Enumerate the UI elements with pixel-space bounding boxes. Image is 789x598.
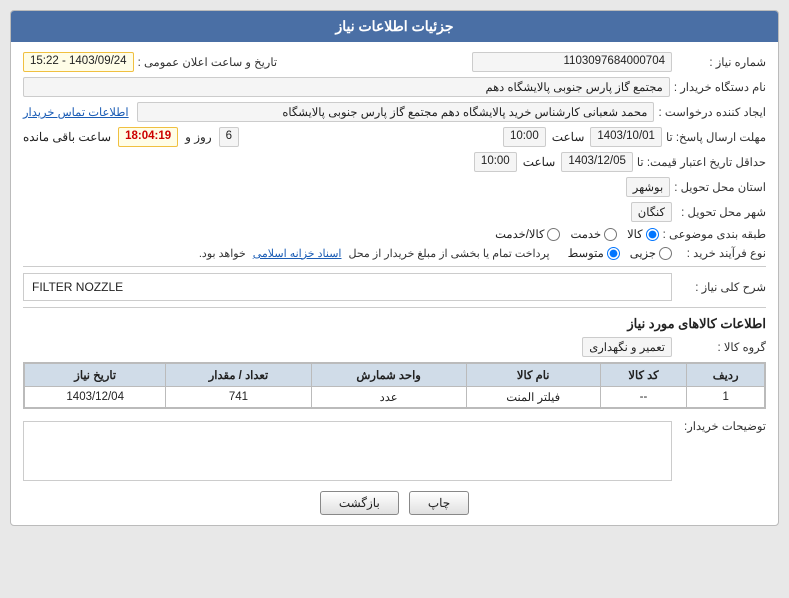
tabaqe-kala-option[interactable]: کالا	[627, 227, 659, 241]
back-button[interactable]: بازگشت	[320, 491, 399, 515]
tabaqe-kala-radio[interactable]	[646, 228, 659, 241]
main-panel: جزئیات اطلاعات نیاز شماره نیاز : 1103097…	[10, 10, 779, 526]
page-wrapper: جزئیات اطلاعات نیاز شماره نیاز : 1103097…	[0, 0, 789, 598]
hadaghal-label: حداقل تاریخ اعتبار قیمت: تا	[637, 155, 766, 169]
col-code: کد کالا	[600, 364, 687, 387]
row-tozih: توضیحات خریدار:	[23, 417, 766, 481]
nooe-motavasset-option[interactable]: متوسط	[568, 246, 620, 260]
ijad-label: ایجاد کننده درخواست :	[658, 105, 766, 119]
hadaghal-time: 10:00	[474, 152, 517, 172]
kala-table-wrapper: ردیف کد کالا نام کالا واحد شمارش تعداد /…	[23, 362, 766, 409]
row-ijad: ایجاد کننده درخواست : محمد شعبانی کارشنا…	[23, 102, 766, 122]
cell-code: --	[600, 387, 687, 408]
page-title: جزئیات اطلاعات نیاز	[335, 18, 453, 34]
row-group: گروه کالا : تعمیر و نگهداری	[23, 337, 766, 357]
nooe-jozyi-label: جزیی	[630, 246, 656, 260]
ostan-value: بوشهر	[626, 177, 670, 197]
group-value: تعمیر و نگهداری	[582, 337, 672, 357]
tarikh-value: 1403/09/24 - 15:22	[23, 52, 134, 72]
row-nam-dastgah: نام دستگاه خریدار : مجتمع گاز پارس جنوبی…	[23, 77, 766, 97]
col-name: نام کالا	[466, 364, 600, 387]
cell-name: فیلتر المنت	[466, 387, 600, 408]
shahr-label: شهر محل تحویل :	[676, 205, 766, 219]
kala-table: ردیف کد کالا نام کالا واحد شمارش تعداد /…	[24, 363, 765, 408]
row-mohlet: مهلت ارسال پاسخ: تا 1403/10/01 ساعت 10:0…	[23, 127, 766, 147]
shomare-label: شماره نیاز :	[676, 55, 766, 69]
tarikh-label: تاریخ و ساعت اعلان عمومی :	[138, 55, 277, 69]
mohlet-time: 10:00	[503, 127, 546, 147]
tabaqe-khedmat-radio[interactable]	[604, 228, 617, 241]
nooe-farayand-radio-group: جزیی متوسط	[568, 246, 672, 260]
nooe-motavasset-label: متوسط	[568, 246, 604, 260]
cell-radif: 1	[687, 387, 765, 408]
nooe-link[interactable]: اسناد خزانه اسلامی	[253, 247, 342, 260]
mohlet-days: 6	[219, 127, 239, 147]
table-row: 1--فیلتر المنتعدد7411403/12/04	[25, 387, 765, 408]
nooe-farayand-label: نوع فرآیند خرید :	[676, 246, 766, 260]
col-unit: واحد شمارش	[311, 364, 466, 387]
divider-2	[23, 307, 766, 308]
ijad-value: محمد شعبانی کارشناس خرید پالایشگاه دهم م…	[137, 102, 655, 122]
row-shahr: شهر محل تحویل : کنگان	[23, 202, 766, 222]
ostan-label: استان محل تحویل :	[674, 180, 766, 194]
panel-header: جزئیات اطلاعات نیاز	[11, 11, 778, 42]
tabaqe-kala-khedmat-option[interactable]: کالا/خدمت	[495, 227, 560, 241]
hadaghal-date: 1403/12/05	[561, 152, 633, 172]
nooe-end: خواهد بود.	[199, 247, 246, 260]
tabaqe-kala-label: کالا	[627, 227, 643, 241]
shahr-value: کنگان	[631, 202, 672, 222]
print-button[interactable]: چاپ	[409, 491, 469, 515]
row-sharh: شرح کلی نیاز : FILTER NOZZLE	[23, 273, 766, 301]
nam-dastgah-label: نام دستگاه خریدار :	[674, 80, 766, 94]
tabaqe-kala-khedmat-radio[interactable]	[547, 228, 560, 241]
buttons-row: چاپ بازگشت	[23, 491, 766, 515]
tabaqe-kala-khedmat-label: کالا/خدمت	[495, 227, 544, 241]
nooe-jozyi-radio[interactable]	[659, 247, 672, 260]
divider-1	[23, 266, 766, 267]
mohlet-day-label: روز و	[185, 130, 212, 144]
tabaqe-radio-group: کالا خدمت کالا/خدمت	[495, 227, 659, 241]
mohlet-label: مهلت ارسال پاسخ: تا	[666, 130, 766, 144]
row-tabaqe: طبقه بندی موضوعی : کالا خدمت کالا/خدمت	[23, 227, 766, 241]
col-count: تعداد / مقدار	[166, 364, 311, 387]
nooe-motavasset-radio[interactable]	[607, 247, 620, 260]
tabaqe-khedmat-label: خدمت	[570, 227, 601, 241]
col-date: تاریخ نیاز	[25, 364, 166, 387]
ijad-link[interactable]: اطلاعات تماس خریدار	[23, 105, 129, 119]
sharh-label: شرح کلی نیاز :	[676, 280, 766, 294]
row-nooe-farayand: نوع فرآیند خرید : جزیی متوسط پرداخت تمام…	[23, 246, 766, 260]
row-shomare-tarikh: شماره نیاز : 1103097684000704 تاریخ و سا…	[23, 52, 766, 72]
col-radif: ردیف	[687, 364, 765, 387]
nooe-jozyi-option[interactable]: جزیی	[630, 246, 672, 260]
cell-unit: عدد	[311, 387, 466, 408]
mohlet-remaining-label: ساعت باقی مانده	[23, 130, 111, 144]
tabaqe-label: طبقه بندی موضوعی :	[663, 227, 766, 241]
nam-dastgah-value: مجتمع گاز پارس جنوبی پالایشگاه دهم	[23, 77, 670, 97]
sharh-value: FILTER NOZZLE	[23, 273, 672, 301]
row-hadaghal: حداقل تاریخ اعتبار قیمت: تا 1403/12/05 س…	[23, 152, 766, 172]
cell-date: 1403/12/04	[25, 387, 166, 408]
tozih-textarea[interactable]	[23, 421, 672, 481]
tabaqe-khedmat-option[interactable]: خدمت	[570, 227, 617, 241]
panel-body: شماره نیاز : 1103097684000704 تاریخ و سا…	[11, 42, 778, 525]
row-ostan: استان محل تحویل : بوشهر	[23, 177, 766, 197]
group-label: گروه کالا :	[676, 340, 766, 354]
mohlet-date: 1403/10/01	[590, 127, 662, 147]
shomare-value: 1103097684000704	[472, 52, 672, 72]
cell-count: 741	[166, 387, 311, 408]
mohlet-remaining: 18:04:19	[118, 127, 178, 147]
nooe-note: پرداخت تمام یا بخشی از مبلغ خریدار از مح…	[349, 247, 550, 260]
kalahai-section-title: اطلاعات کالاهای مورد نیاز	[23, 316, 766, 332]
tozih-label: توضیحات خریدار:	[676, 417, 766, 433]
